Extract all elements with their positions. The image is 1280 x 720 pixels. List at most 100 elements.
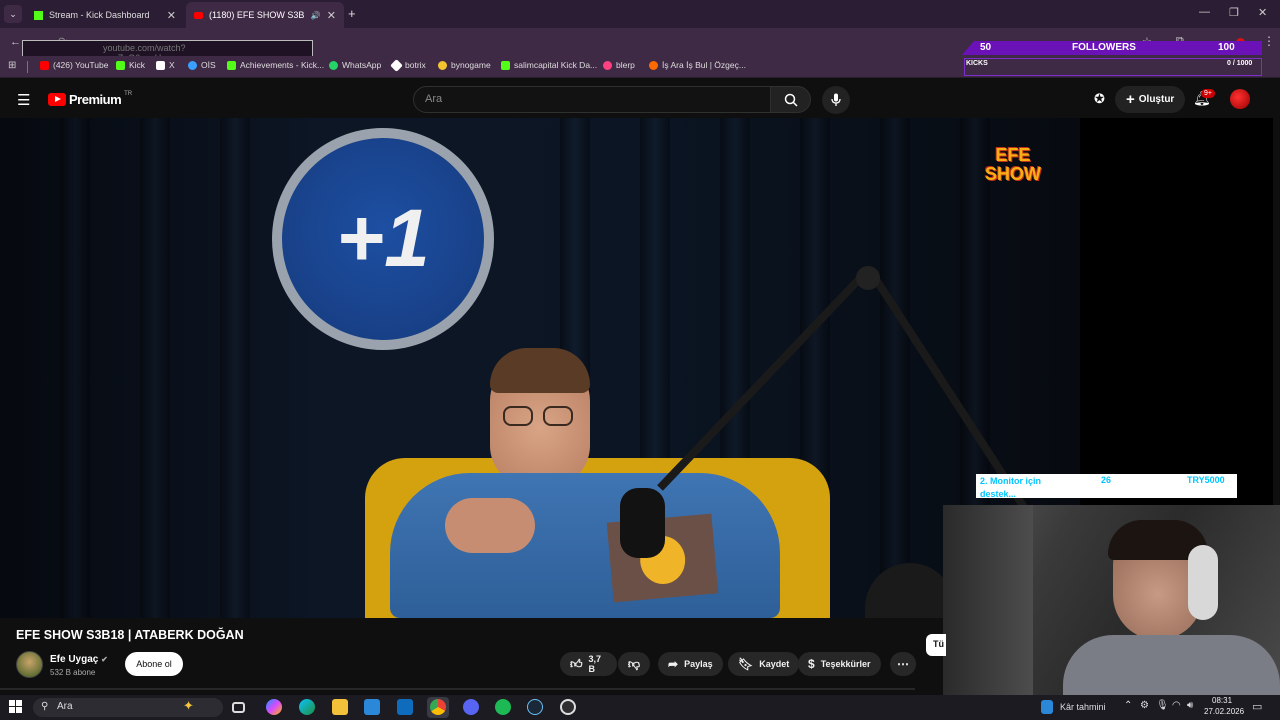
bookmark-x[interactable]: X: [156, 60, 175, 70]
file-explorer-icon[interactable]: [332, 699, 348, 715]
new-tab-icon[interactable]: +: [348, 6, 356, 21]
bookmark-label: blerp: [616, 60, 635, 70]
youtube-icon: [40, 60, 49, 70]
menu-dots-icon[interactable]: ⋮: [1263, 34, 1275, 48]
bookmark-is-ara[interactable]: İş Ara İş Bul | Özgeç...: [649, 60, 746, 70]
efe-show-logo: EFE SHOW: [978, 146, 1048, 196]
more-actions-button[interactable]: ⋯: [890, 652, 916, 676]
share-button[interactable]: ➦ Paylaş: [658, 652, 723, 676]
channel-name-text: Efe Uygaç: [50, 654, 99, 665]
voice-search-button[interactable]: [822, 86, 850, 114]
bookmark-achievements[interactable]: Achievements - Kick...: [227, 60, 324, 70]
edge-icon[interactable]: [299, 699, 315, 715]
youtube-premium-logo[interactable]: Premium TR: [48, 91, 132, 107]
bookmark-botrix[interactable]: botrix: [390, 58, 426, 72]
mic-tray-icon[interactable]: 🎙︎: [1156, 700, 1169, 711]
progress-strip: [0, 688, 915, 690]
bookmark-label: bynogame: [451, 60, 491, 70]
tab-kick-dashboard[interactable]: Stream - Kick Dashboard ✕: [26, 2, 184, 28]
save-button[interactable]: 🔖︎ Kaydet: [728, 652, 800, 676]
followers-goal: 100: [1218, 42, 1235, 53]
filter-chip[interactable]: Tü: [926, 634, 946, 656]
mail-icon[interactable]: [397, 699, 413, 715]
store-icon[interactable]: [364, 699, 380, 715]
premium-badge-icon[interactable]: ✪: [1094, 91, 1105, 107]
speaker-icon[interactable]: 🔊: [311, 11, 321, 20]
weather-icon[interactable]: [1041, 700, 1053, 714]
bookmark-icon: 🔖︎: [738, 657, 754, 671]
kick-icon: [501, 60, 510, 70]
chrome-icon[interactable]: [427, 697, 449, 718]
kicks-progress: 0 / 1000: [1227, 60, 1253, 67]
chip-label: Tü: [933, 639, 944, 649]
thanks-label: Teşekkürler: [820, 659, 871, 669]
tab-youtube-video[interactable]: (1180) EFE SHOW S3B18 | A 🔊 ✕: [186, 2, 344, 28]
plus-one-podcast-logo: +1: [272, 128, 494, 350]
close-tab-icon[interactable]: ✕: [167, 9, 176, 22]
weather-label[interactable]: Kâr tahmini: [1060, 702, 1106, 712]
bookmark-salimcapital[interactable]: salimcapital Kick Da...: [501, 60, 597, 70]
minimize-icon[interactable]: —: [1199, 6, 1210, 18]
channel-name[interactable]: Efe Uygaç ✔: [50, 654, 108, 665]
webcam-feed: [943, 505, 1280, 695]
apps-grid-icon[interactable]: ⊞: [8, 60, 16, 71]
close-window-icon[interactable]: ✕: [1258, 6, 1267, 19]
bookmark-kick[interactable]: Kick: [116, 60, 145, 70]
steam-icon[interactable]: [527, 699, 543, 715]
address-bar[interactable]: youtube.com/watch?v=uZqQ6pvgU: [22, 40, 313, 63]
more-dots-icon: ⋯: [897, 657, 909, 671]
windows-start-icon[interactable]: [9, 700, 22, 713]
back-icon[interactable]: ←: [10, 36, 21, 48]
donation-item: 2. Monitor için destek...: [980, 476, 1042, 499]
clock-time[interactable]: 08:31: [1212, 696, 1232, 705]
kariyer-icon: [649, 60, 658, 70]
share-icon: ➦: [668, 657, 679, 671]
search-icon: [784, 93, 798, 107]
donation-amount: TRY5000: [1187, 475, 1225, 485]
video-player[interactable]: [0, 118, 1080, 618]
create-button[interactable]: + Oluştur: [1115, 86, 1186, 113]
taskbar-search[interactable]: ⚲ Ara ✦: [33, 698, 223, 717]
kick-icon: [227, 60, 236, 70]
bookmark-ois[interactable]: OİS: [188, 60, 216, 70]
dislike-button[interactable]: 👎︎: [618, 652, 650, 676]
tab-search-chevron-icon[interactable]: ⌄: [4, 5, 22, 23]
obs-icon[interactable]: [560, 699, 576, 715]
bookmark-bynogame[interactable]: bynogame: [438, 60, 491, 70]
volume-icon[interactable]: 🔊︎: [1187, 700, 1193, 711]
video-title: EFE SHOW S3B18 | ATABERK DOĞAN: [16, 628, 244, 642]
maximize-icon[interactable]: ❐: [1229, 6, 1239, 19]
subscriber-count: 532 B abone: [50, 668, 96, 677]
logo-line-2: SHOW: [985, 164, 1041, 184]
bookmark-whatsapp[interactable]: WhatsApp: [329, 60, 381, 70]
clock-date[interactable]: 27.02.2026: [1204, 707, 1244, 716]
task-view-icon[interactable]: [232, 702, 245, 713]
tray-chevron-icon[interactable]: ⌃: [1124, 700, 1132, 711]
thanks-button[interactable]: $ Teşekkürler: [798, 652, 881, 676]
x-logo-icon: [156, 60, 165, 70]
taskbar-search-label: Ara: [57, 701, 73, 712]
like-button[interactable]: 👍︎ 3,7 B: [560, 652, 617, 676]
bookmark-blerp[interactable]: blerp: [603, 60, 635, 70]
blerp-icon: [603, 60, 612, 70]
wifi-icon[interactable]: ◠: [1172, 700, 1181, 711]
discord-icon[interactable]: [463, 699, 479, 715]
bookmark-label: (426) YouTube: [53, 60, 109, 70]
notification-center-icon[interactable]: ▭: [1252, 700, 1262, 713]
search-button[interactable]: [770, 86, 811, 113]
spotify-icon[interactable]: [495, 699, 511, 715]
kick-icon: [116, 60, 125, 70]
close-tab-icon[interactable]: ✕: [327, 9, 336, 22]
copilot-icon[interactable]: [266, 699, 282, 715]
tab-title: (1180) EFE SHOW S3B18 | A: [209, 10, 305, 20]
kicks-label: KICKS: [966, 60, 988, 67]
subscribe-button[interactable]: Abone ol: [125, 652, 183, 676]
whatsapp-icon: [329, 60, 338, 70]
bookmark-youtube[interactable]: (426) YouTube: [40, 60, 108, 70]
donation-count: 26: [1101, 475, 1112, 485]
account-avatar[interactable]: [1230, 89, 1250, 109]
hamburger-menu-icon[interactable]: ☰: [17, 91, 30, 109]
network-icon[interactable]: ⚙: [1140, 700, 1149, 711]
channel-avatar[interactable]: [16, 651, 43, 678]
search-input[interactable]: Ara: [413, 86, 771, 113]
